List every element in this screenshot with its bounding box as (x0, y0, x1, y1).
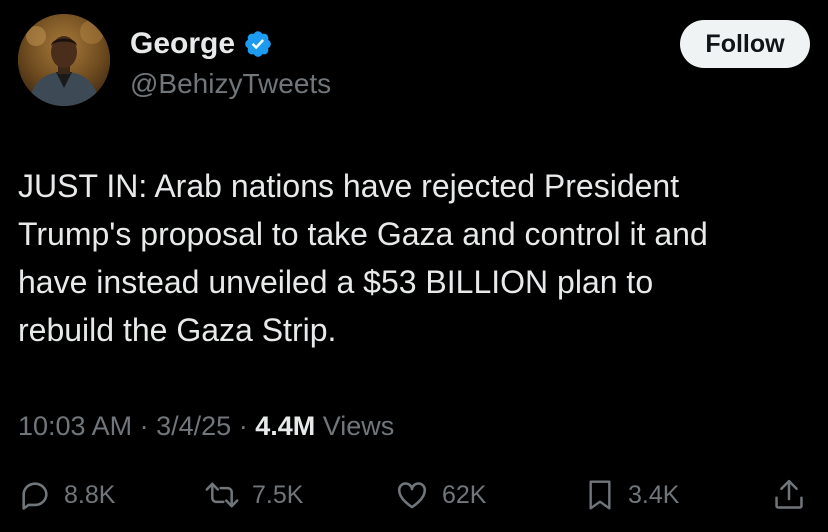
verified-badge-icon (243, 29, 273, 59)
views-label: Views (322, 411, 395, 441)
author-display-name[interactable]: George (130, 24, 235, 64)
meta-separator: · (238, 411, 248, 441)
like-button[interactable]: 62K (394, 470, 486, 520)
bookmark-icon (584, 477, 616, 513)
tweet-meta: 10:03 AM · 3/4/25 · 4.4M Views (18, 406, 394, 446)
reply-button[interactable]: 8.8K (18, 470, 115, 520)
tweet-text-line: have instead unveiled a $53 BILLION plan… (18, 264, 654, 300)
share-icon (772, 477, 806, 513)
meta-separator: · (139, 411, 149, 441)
tweet-text-line: Trump's proposal to take Gaza and contro… (18, 216, 708, 252)
tweet-text: JUST IN: Arab nations have rejected Pres… (18, 162, 818, 354)
repost-button[interactable]: 7.5K (204, 470, 303, 520)
reply-count: 8.8K (64, 480, 116, 509)
action-bar: 8.8K 7.5K 62K 3.4K (18, 470, 810, 520)
repost-icon (204, 478, 240, 512)
avatar[interactable] (18, 14, 110, 106)
reply-icon (18, 478, 52, 512)
like-count: 62K (442, 480, 487, 509)
bookmark-count: 3.4K (628, 480, 680, 509)
tweet-time[interactable]: 10:03 AM (18, 411, 132, 441)
tweet-date[interactable]: 3/4/25 (156, 411, 231, 441)
views-count[interactable]: 4.4M (255, 411, 315, 441)
heart-icon (394, 478, 430, 512)
follow-button[interactable]: Follow (680, 20, 810, 68)
bookmark-button[interactable]: 3.4K (584, 470, 679, 520)
author-handle[interactable]: @BehizyTweets (130, 66, 331, 102)
share-button[interactable] (772, 470, 806, 520)
tweet-text-line: rebuild the Gaza Strip. (18, 312, 337, 348)
tweet-text-line: JUST IN: Arab nations have rejected Pres… (18, 168, 680, 204)
author-name-row[interactable]: George (130, 24, 273, 64)
repost-count: 7.5K (252, 480, 304, 509)
tweet-header: George @BehizyTweets Follow (18, 14, 810, 110)
